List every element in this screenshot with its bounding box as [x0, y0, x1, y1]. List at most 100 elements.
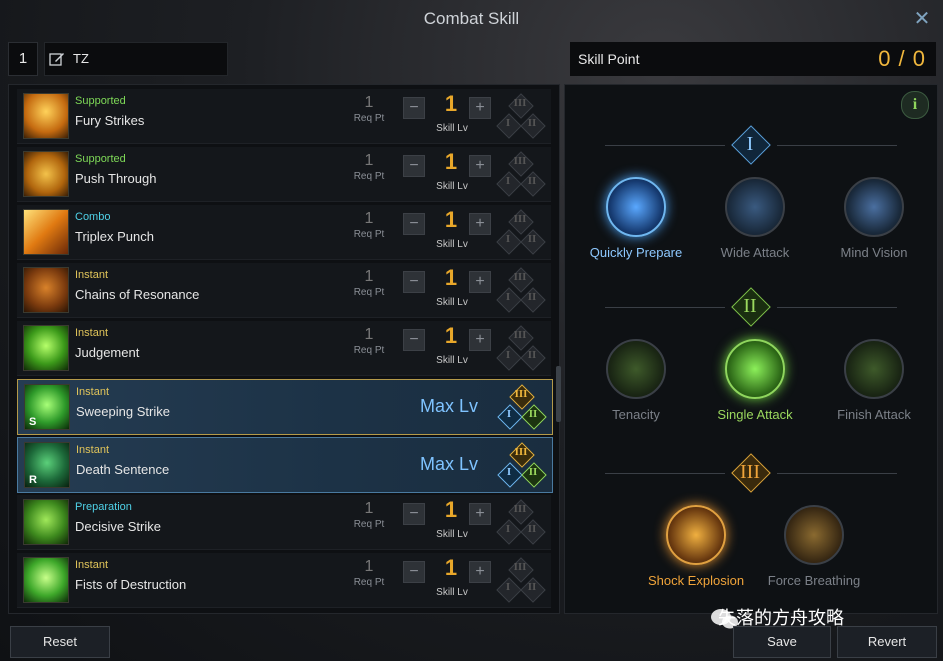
tripod-tier-3: III [514, 446, 528, 458]
req-label: Req Pt [353, 229, 385, 240]
skill-row-judgement[interactable]: Instant Judgement 1 Req Pt − 1 + Skill Lv… [17, 321, 551, 376]
req-points: 1 Req Pt [347, 325, 391, 356]
tripod-indicator: III I II [495, 325, 546, 371]
level-plus-button[interactable]: + [469, 155, 491, 177]
req-points: 1 Req Pt [347, 209, 391, 240]
tripod-mind-vision[interactable]: Mind Vision [819, 177, 929, 260]
tripod-tier-1: I [505, 175, 511, 187]
skill-name: Sweeping Strike [76, 404, 170, 419]
tier-2-label: II [743, 295, 757, 317]
req-label: Req Pt [353, 345, 385, 356]
skill-row-sweeping-strike[interactable]: S Instant Sweeping Strike Max Lv III I I… [17, 379, 553, 435]
tripod-tier-2: II [528, 466, 538, 478]
revert-button[interactable]: Revert [837, 626, 937, 658]
skill-row-push-through[interactable]: Supported Push Through 1 Req Pt − 1 + Ski… [17, 147, 551, 202]
skill-row-decisive-strike[interactable]: Preparation Decisive Strike 1 Req Pt − 1 … [17, 495, 551, 550]
tripod-tier-2: II [527, 233, 537, 245]
req-points: 1 Req Pt [347, 151, 391, 182]
skill-level: 1 [444, 265, 458, 290]
crossed-swords-icon [666, 505, 726, 565]
tripod-label: Wide Attack [720, 245, 790, 260]
tripod-tier-1: I [506, 466, 512, 478]
skill-point-value: 0 / 0 [878, 46, 926, 71]
skill-row-death-sentence[interactable]: R Instant Death Sentence Max Lv III I II [17, 437, 553, 493]
tripod-label: Shock Explosion [647, 573, 745, 588]
info-icon[interactable]: i [901, 91, 929, 119]
tripod-panel: i I Quickly Prepare Wide Attack Mind Vis… [564, 84, 938, 614]
req-value: 1 [364, 558, 374, 575]
skill-type: Instant [75, 269, 109, 281]
skill-row-fists-of-destruction[interactable]: Instant Fists of Destruction 1 Req Pt − 1… [17, 553, 551, 608]
tripod-tenacity[interactable]: Tenacity [581, 339, 691, 422]
level-plus-button[interactable]: + [469, 271, 491, 293]
skill-name: Fury Strikes [75, 113, 145, 128]
tripod-label: Tenacity [612, 407, 660, 422]
skill-type: Supported [75, 95, 126, 107]
level-minus-button[interactable]: − [403, 329, 425, 351]
tripod-indicator: III I II [495, 151, 546, 197]
tripod-label: Mind Vision [840, 245, 908, 260]
req-label: Req Pt [353, 577, 385, 588]
chains-of-resonance-icon [23, 267, 69, 313]
req-value: 1 [364, 268, 374, 285]
skill-level-label: Skill Lv [436, 355, 468, 366]
tripod-indicator: III I II [495, 93, 546, 139]
skill-key: R [29, 474, 37, 486]
close-icon[interactable]: ✕ [911, 8, 933, 30]
fists-of-destruction-icon [23, 557, 69, 603]
level-minus-button[interactable]: − [403, 271, 425, 293]
skill-level-label: Skill Lv [436, 587, 468, 598]
save-button[interactable]: Save [733, 626, 831, 658]
max-level-label: Max Lv [420, 454, 479, 474]
skill-type: Supported [75, 153, 126, 165]
level-plus-button[interactable]: + [469, 329, 491, 351]
req-value: 1 [364, 94, 374, 111]
tripod-tier-1: I [505, 523, 511, 535]
scrollbar[interactable] [556, 366, 561, 422]
tripod-indicator: III I II [496, 384, 547, 430]
tripod-tier-1: I [505, 233, 511, 245]
level-plus-button[interactable]: + [469, 97, 491, 119]
tier-2-header: II [565, 287, 937, 327]
coins-up-icon [784, 505, 844, 565]
tripod-tier-1: I [505, 581, 511, 593]
tripod-single-attack[interactable]: Single Attack [700, 339, 810, 422]
skill-row-triplex-punch[interactable]: Combo Triplex Punch 1 Req Pt − 1 + Skill … [17, 205, 551, 260]
single-attack-icon [725, 339, 785, 399]
req-value: 1 [364, 210, 374, 227]
tripod-indicator: III I II [495, 499, 546, 545]
skill-name: Decisive Strike [75, 519, 161, 534]
skill-key: S [29, 416, 37, 428]
level-plus-button[interactable]: + [469, 213, 491, 235]
tripod-shock-explosion[interactable]: Shock Explosion [641, 505, 751, 588]
skill-level: 1 [444, 91, 458, 116]
level-minus-button[interactable]: − [403, 155, 425, 177]
bottom-bar: Reset Save Revert [0, 622, 943, 661]
level-minus-button[interactable]: − [403, 561, 425, 583]
level-plus-button[interactable]: + [469, 503, 491, 525]
tripod-tier-3: III [513, 503, 527, 515]
tripod-tier-1: I [506, 408, 512, 420]
reset-button[interactable]: Reset [10, 626, 110, 658]
skill-row-fury-strikes[interactable]: Supported Fury Strikes 1 Req Pt − 1 + Ski… [17, 89, 551, 144]
tripod-finish-attack[interactable]: Finish Attack [819, 339, 929, 422]
preset-number[interactable]: 1 [8, 42, 38, 76]
finish-attack-icon [844, 339, 904, 399]
preset-name-field[interactable]: TZ [44, 42, 228, 76]
edit-icon[interactable] [49, 51, 65, 67]
level-minus-button[interactable]: − [403, 213, 425, 235]
tripod-tier-2: II [527, 175, 537, 187]
hourglass-icon [606, 177, 666, 237]
level-minus-button[interactable]: − [403, 97, 425, 119]
level-plus-button[interactable]: + [469, 561, 491, 583]
level-minus-button[interactable]: − [403, 503, 425, 525]
judgement-icon [23, 325, 69, 371]
tripod-quickly-prepare[interactable]: Quickly Prepare [581, 177, 691, 260]
skill-row-chains-of-resonance[interactable]: Instant Chains of Resonance 1 Req Pt − 1 … [17, 263, 551, 318]
tripod-wide-attack[interactable]: Wide Attack [700, 177, 810, 260]
tripod-indicator: III I II [495, 267, 546, 313]
tripod-force-breathing[interactable]: Force Breathing [759, 505, 869, 588]
tripod-indicator: III I II [496, 442, 547, 488]
skill-type: Instant [75, 327, 109, 339]
window-title: Combat Skill [423, 9, 520, 28]
